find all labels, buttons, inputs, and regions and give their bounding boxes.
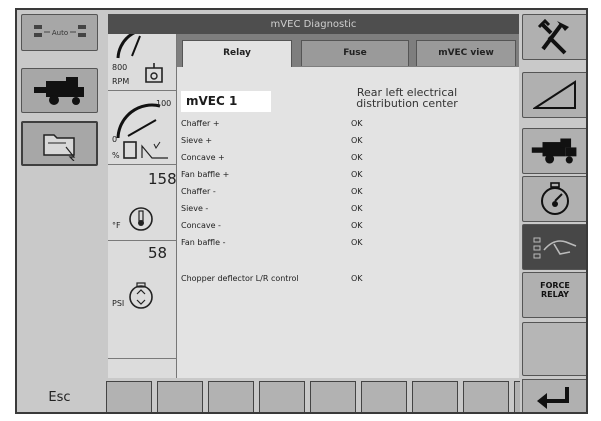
- rpm-unit: RPM: [112, 77, 130, 86]
- tools-icon: [537, 19, 569, 55]
- fuel-unit: %: [112, 151, 120, 160]
- softkey-1[interactable]: [106, 381, 152, 412]
- relay-status: OK: [351, 274, 363, 283]
- relay-name: Concave -: [181, 221, 221, 230]
- relay-status: OK: [351, 238, 363, 247]
- diagnostic-screen: Auto 2400 800 RPM: [15, 8, 588, 414]
- thermometer-icon: [129, 207, 153, 231]
- oil-pressure-value: 58: [148, 244, 168, 262]
- tab-bar: Relay Fuse mVEC view: [177, 34, 519, 68]
- relay-name: Chaffer +: [181, 119, 220, 128]
- softkey-bar: Esc: [17, 378, 586, 412]
- force-relay-label-line2: RELAY: [541, 290, 569, 299]
- tab-relay[interactable]: Relay: [182, 40, 292, 68]
- relay-name: Fan baffle +: [181, 170, 230, 179]
- esc-button[interactable]: Esc: [21, 379, 98, 412]
- page-title: mVEC Diagnostic: [108, 14, 519, 34]
- relay-status: OK: [351, 136, 363, 145]
- tab-mvec-view[interactable]: mVEC view: [416, 40, 516, 66]
- softkey-4[interactable]: [259, 381, 305, 412]
- relay-panel: mVEC 1 Rear left electrical distribution…: [177, 67, 519, 378]
- tab-fuse[interactable]: Fuse: [301, 40, 409, 66]
- folder-button[interactable]: [21, 121, 98, 166]
- combine-icon: [531, 138, 577, 164]
- relay-name: Chaffer -: [181, 187, 216, 196]
- force-relay-label-line1: FORCE: [540, 281, 570, 290]
- softkey-7[interactable]: [412, 381, 458, 412]
- softkey-8[interactable]: [463, 381, 509, 412]
- enter-button[interactable]: [522, 379, 586, 412]
- hand-control-icon: [533, 237, 577, 259]
- combine-view-button[interactable]: [21, 68, 98, 113]
- enter-arrow-icon: [537, 386, 569, 409]
- engine-icon: [145, 63, 163, 83]
- combine-icon: [33, 76, 84, 105]
- hand-control-button[interactable]: [522, 224, 586, 270]
- force-relay-button[interactable]: FORCE RELAY: [522, 272, 586, 318]
- oil-pressure-icon: [129, 282, 153, 309]
- temperature-value: 158: [148, 170, 177, 188]
- softkey-6[interactable]: [361, 381, 407, 412]
- softkey-9[interactable]: [514, 381, 520, 412]
- auto-mode-button[interactable]: Auto: [21, 14, 98, 51]
- fuel-min-label: 0: [112, 135, 118, 144]
- relay-status: OK: [351, 153, 363, 162]
- relay-name: Concave +: [181, 153, 225, 162]
- slope-icon: [533, 80, 576, 109]
- relay-name: Sieve -: [181, 204, 209, 213]
- relay-name: Fan baffle -: [181, 238, 226, 247]
- oil-pressure-unit: PSI: [112, 299, 125, 308]
- engine-icon: [541, 182, 569, 215]
- softkey-2[interactable]: [157, 381, 203, 412]
- relay-status: OK: [351, 170, 363, 179]
- engine-button[interactable]: [522, 176, 586, 222]
- relay-status: OK: [351, 204, 363, 213]
- gauge-panel: 2400 800 RPM 100 0 % 158 °F: [108, 14, 177, 378]
- softkey-3[interactable]: [208, 381, 254, 412]
- softkey-5[interactable]: [310, 381, 356, 412]
- module-description: Rear left electrical distribution center: [327, 87, 487, 109]
- slope-button[interactable]: [522, 72, 586, 118]
- folder-icon: [42, 133, 75, 161]
- relay-status: OK: [351, 187, 363, 196]
- relay-name: Chopper deflector L/R control: [181, 274, 299, 283]
- temperature-unit: °F: [112, 221, 121, 230]
- relay-status: OK: [351, 221, 363, 230]
- fuel-icon: [123, 141, 168, 159]
- fuel-max-label: 100: [156, 99, 172, 108]
- tools-button[interactable]: [522, 14, 586, 60]
- empty-side-button[interactable]: [522, 322, 586, 376]
- relay-status: OK: [351, 119, 363, 128]
- rpm-min-label: 800: [112, 63, 128, 72]
- svg-text:Auto: Auto: [51, 29, 67, 37]
- relay-name: Sieve +: [181, 136, 213, 145]
- module-description-line2: distribution center: [356, 97, 458, 110]
- auto-mode-icon: Auto: [33, 24, 86, 37]
- module-name: mVEC 1: [181, 91, 271, 112]
- combine-button[interactable]: [522, 128, 586, 174]
